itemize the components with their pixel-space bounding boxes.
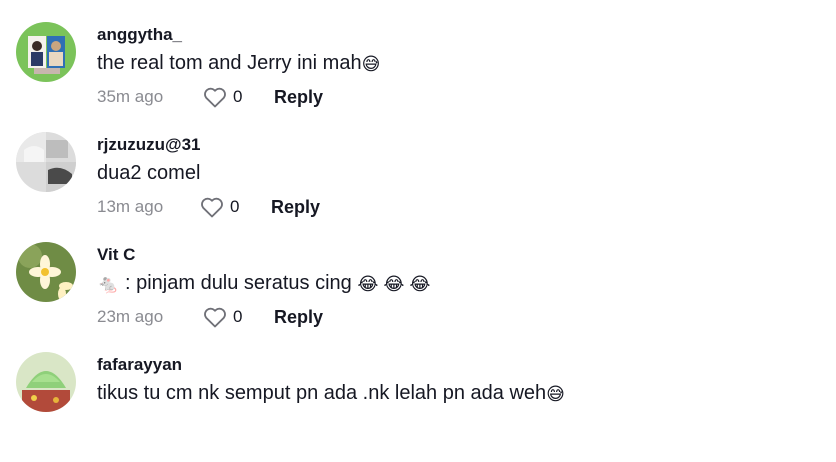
avatar[interactable]	[16, 132, 76, 192]
reply-button[interactable]: Reply	[274, 307, 323, 328]
heart-icon	[204, 87, 226, 108]
heart-icon	[204, 307, 226, 328]
timestamp: 13m ago	[97, 197, 164, 216]
username[interactable]: fafarayyan	[97, 355, 182, 375]
username[interactable]: rjzuzuzu@31	[97, 135, 200, 155]
avatar[interactable]	[16, 242, 76, 302]
joy-emoji: 😂 😂 😂	[357, 274, 431, 294]
comment-text-body: : pinjam dulu seratus cing	[119, 272, 358, 294]
like-count: 0	[230, 197, 240, 216]
like-button[interactable]	[203, 86, 229, 110]
timestamp: 23m ago	[97, 307, 164, 326]
comment-text: dua2 comel	[97, 162, 201, 184]
heart-icon	[201, 197, 223, 218]
timestamp: 35m ago	[97, 87, 164, 106]
like-button[interactable]	[200, 196, 226, 220]
avatar[interactable]	[16, 352, 76, 412]
avatar[interactable]	[16, 22, 76, 82]
like-count: 0	[233, 87, 243, 106]
comment-text: the real tom and Jerry ini mah😅	[97, 52, 380, 75]
mouse-emoji: 🐁	[97, 274, 120, 294]
comment-text: 🐁 : pinjam dulu seratus cing 😂 😂 😂	[97, 272, 430, 295]
username[interactable]: Vit C	[97, 245, 135, 265]
sweat-smile-emoji: 😅	[546, 384, 565, 404]
reply-button[interactable]: Reply	[271, 197, 320, 218]
comment-text-body: tikus tu cm nk semput pn ada .nk lelah p…	[97, 382, 547, 404]
sweat-smile-emoji: 😅	[361, 54, 381, 74]
comment-item: fafarayyan tikus tu cm nk semput pn ada …	[0, 352, 836, 462]
like-button[interactable]	[203, 306, 229, 330]
username[interactable]: anggytha_	[97, 25, 182, 45]
comment-item: Vit C 🐁 : pinjam dulu seratus cing 😂 😂 😂…	[0, 242, 836, 352]
like-count: 0	[233, 307, 243, 326]
reply-button[interactable]: Reply	[274, 87, 323, 108]
comment-text: tikus tu cm nk semput pn ada .nk lelah p…	[97, 382, 565, 405]
comment-item: rjzuzuzu@31 dua2 comel 13m ago 0 Reply	[0, 132, 836, 242]
comment-item: anggytha_ the real tom and Jerry ini mah…	[0, 22, 836, 132]
comment-text-body: the real tom and Jerry ini mah	[97, 52, 362, 74]
